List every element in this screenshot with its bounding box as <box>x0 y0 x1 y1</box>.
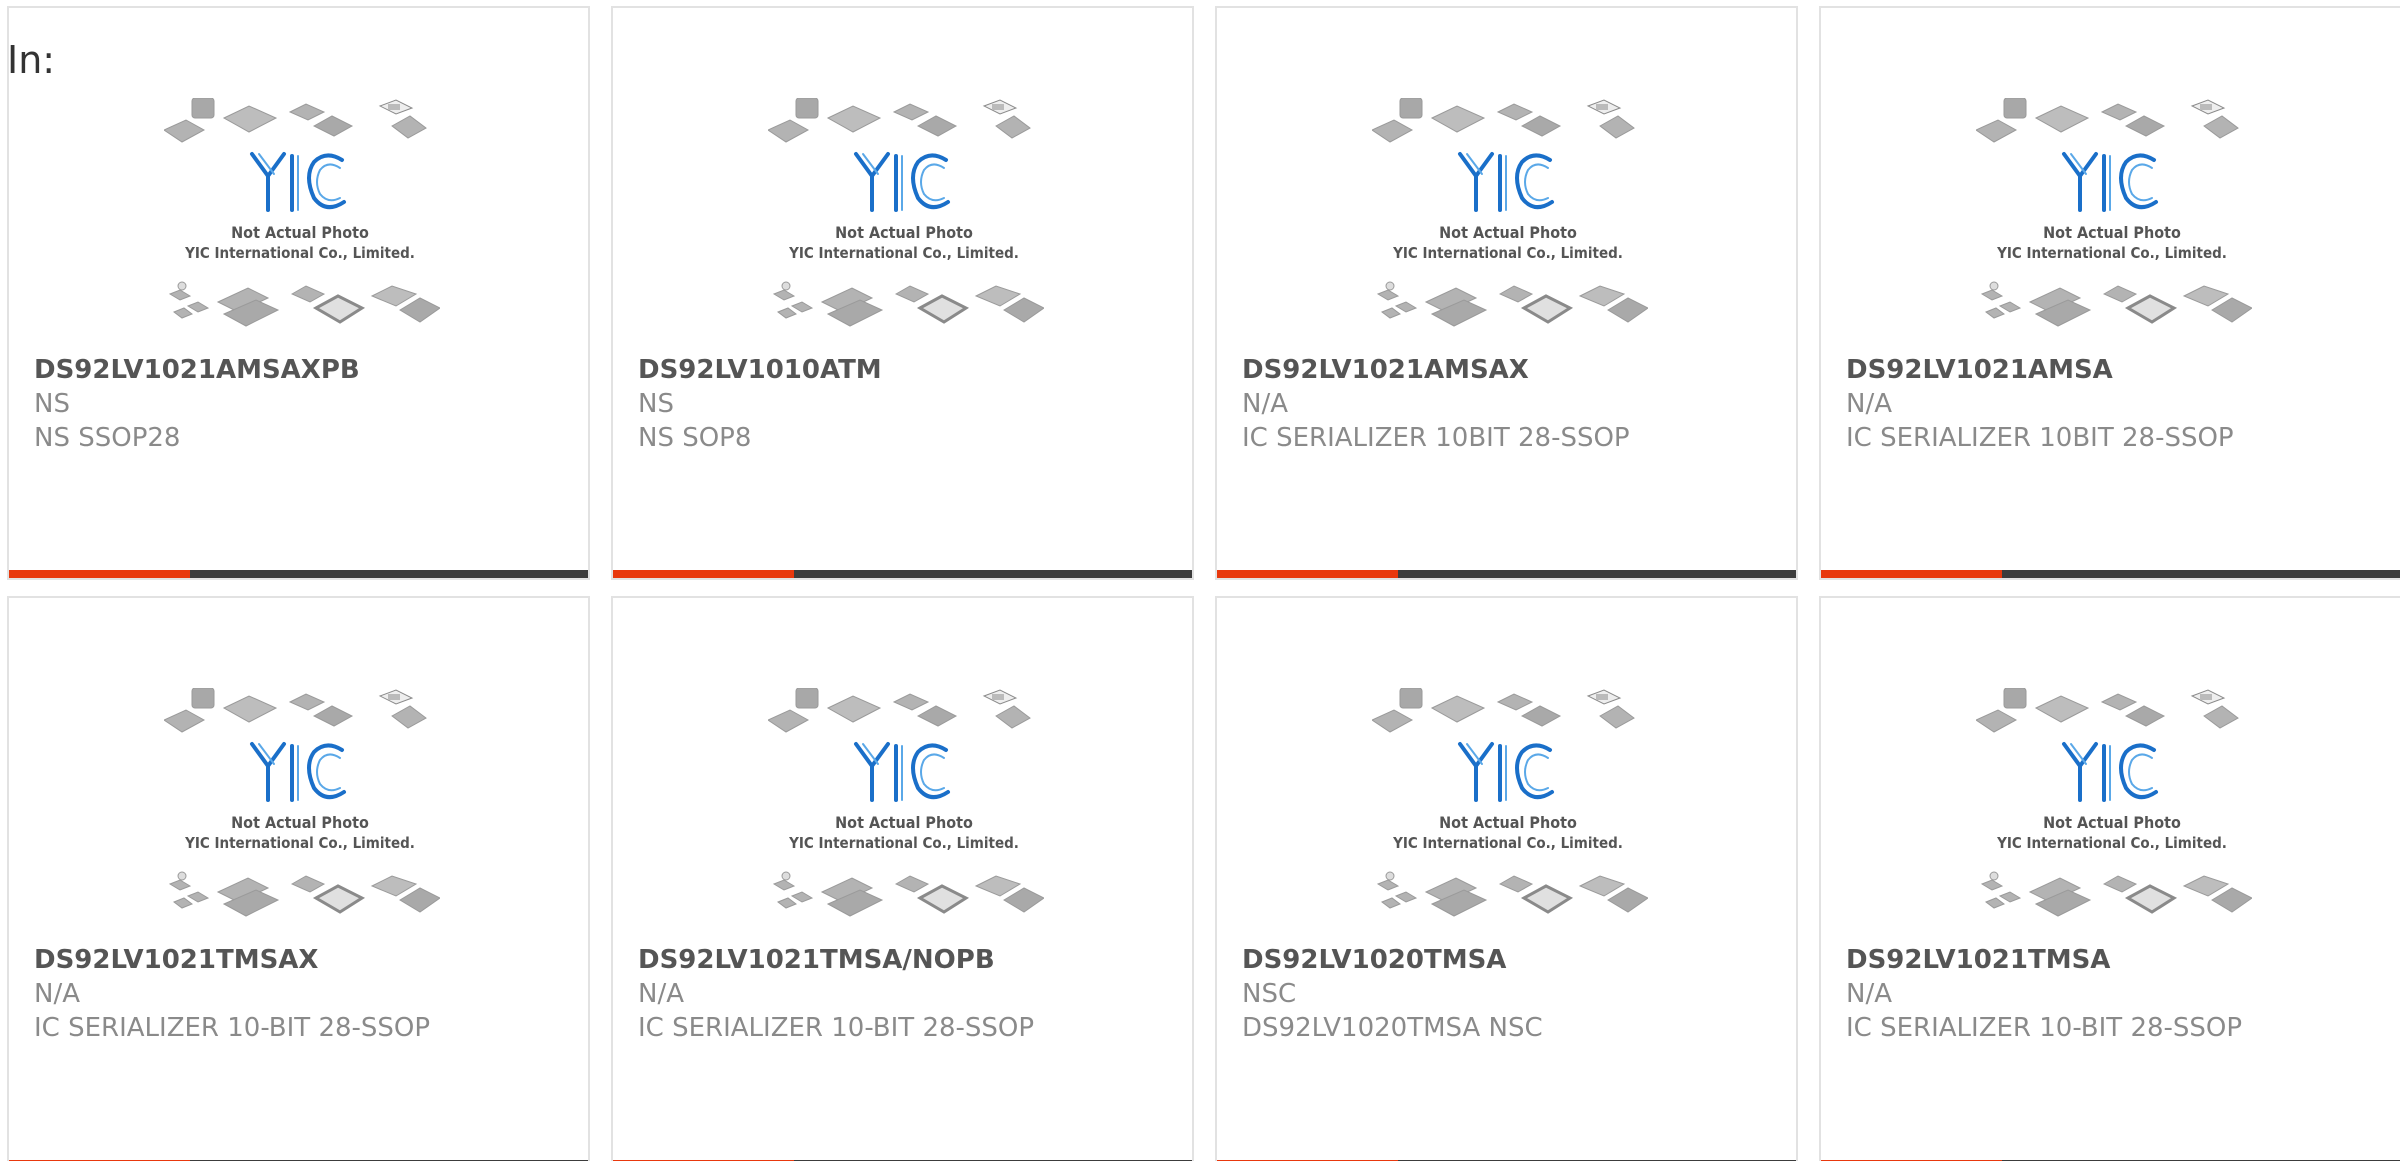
chip-packages-bottom <box>772 281 1044 327</box>
yic-logo <box>250 152 346 212</box>
product-card[interactable]: Not Actual Photo YIC International Co., … <box>1819 596 2400 1161</box>
chip-packages-top <box>1372 688 1635 733</box>
card-bar-accent <box>1217 570 1398 578</box>
photo-caption-line1: Not Actual Photo <box>1439 813 1577 832</box>
product-card[interactable]: Not Actual Photo YIC International Co., … <box>1215 596 1798 1161</box>
yic-logo <box>2062 742 2158 802</box>
product-name[interactable]: DS92LV1021AMSAX <box>1242 353 1786 387</box>
product-card[interactable]: Not Actual Photo YIC International Co., … <box>611 6 1194 580</box>
chip-packages-top <box>1976 98 2239 143</box>
product-manufacturer: N/A <box>1846 979 1892 1009</box>
product-manufacturer: NS <box>34 389 70 419</box>
product-card[interactable]: Not Actual Photo YIC International Co., … <box>7 6 590 580</box>
product-placeholder-image: Not Actual Photo YIC International Co., … <box>164 688 440 917</box>
yic-logo <box>1458 152 1554 212</box>
product-info: DS92LV1021TMSA N/A IC SERIALIZER 10-BIT … <box>1846 943 2390 1045</box>
product-name[interactable]: DS92LV1020TMSA <box>1242 943 1786 977</box>
product-card[interactable]: Not Actual Photo YIC International Co., … <box>7 596 590 1161</box>
product-info: DS92LV1021AMSAXPB NS NS SSOP28 <box>34 353 578 455</box>
photo-caption-line2: YIC International Co., Limited. <box>1392 244 1623 262</box>
photo-caption-line1: Not Actual Photo <box>2043 223 2181 242</box>
product-manufacturer: NSC <box>1242 979 1297 1009</box>
photo-caption-line1: Not Actual Photo <box>231 223 369 242</box>
chip-packages-bottom <box>168 281 440 327</box>
product-manufacturer: N/A <box>638 979 684 1009</box>
photo-caption-line2: YIC International Co., Limited. <box>1996 834 2227 852</box>
product-placeholder-image: Not Actual Photo YIC International Co., … <box>164 98 440 327</box>
in-label: In: <box>7 38 56 82</box>
card-bar-accent <box>613 570 794 578</box>
card-bar-accent <box>9 570 190 578</box>
product-info: DS92LV1021TMSAX N/A IC SERIALIZER 10-BIT… <box>34 943 578 1045</box>
chip-packages-top <box>1372 98 1635 143</box>
product-description: IC SERIALIZER 10-BIT 28-SSOP <box>1846 1013 2243 1043</box>
photo-caption-line1: Not Actual Photo <box>1439 223 1577 242</box>
product-description: IC SERIALIZER 10BIT 28-SSOP <box>1846 423 2234 453</box>
yic-logo <box>250 742 346 802</box>
product-name[interactable]: DS92LV1021TMSA <box>1846 943 2390 977</box>
chip-packages-bottom <box>1980 281 2252 327</box>
yic-logo <box>854 152 950 212</box>
chip-packages-top <box>768 688 1031 733</box>
product-description: IC SERIALIZER 10BIT 28-SSOP <box>1242 423 1630 453</box>
product-manufacturer: N/A <box>34 979 80 1009</box>
yic-logo <box>2062 152 2158 212</box>
yic-logo <box>854 742 950 802</box>
product-grid-page: In: Not Actual Photo YIC International C… <box>0 0 2400 1161</box>
photo-caption-line2: YIC International Co., Limited. <box>788 244 1019 262</box>
chip-packages-bottom <box>772 871 1044 917</box>
product-info: DS92LV1021TMSA/NOPB N/A IC SERIALIZER 10… <box>638 943 1182 1045</box>
card-bar-accent <box>1821 570 2002 578</box>
product-placeholder-image: Not Actual Photo YIC International Co., … <box>1976 98 2252 327</box>
yic-logo <box>1458 742 1554 802</box>
photo-caption-line2: YIC International Co., Limited. <box>788 834 1019 852</box>
product-name[interactable]: DS92LV1021AMSAXPB <box>34 353 578 387</box>
photo-caption-line2: YIC International Co., Limited. <box>1996 244 2227 262</box>
photo-caption-line2: YIC International Co., Limited. <box>184 834 415 852</box>
chip-packages-bottom <box>168 871 440 917</box>
product-placeholder-image: Not Actual Photo YIC International Co., … <box>1976 688 2252 917</box>
product-info: DS92LV1021AMSAX N/A IC SERIALIZER 10BIT … <box>1242 353 1786 455</box>
product-description: NS SOP8 <box>638 423 752 453</box>
product-manufacturer: N/A <box>1242 389 1288 419</box>
photo-caption-line1: Not Actual Photo <box>2043 813 2181 832</box>
chip-packages-top <box>164 688 427 733</box>
product-info: DS92LV1020TMSA NSC DS92LV1020TMSA NSC <box>1242 943 1786 1045</box>
chip-packages-top <box>1976 688 2239 733</box>
product-description: DS92LV1020TMSA NSC <box>1242 1013 1543 1043</box>
product-placeholder-image: Not Actual Photo YIC International Co., … <box>768 98 1044 327</box>
photo-caption-line2: YIC International Co., Limited. <box>184 244 415 262</box>
product-name[interactable]: DS92LV1010ATM <box>638 353 1182 387</box>
product-placeholder-image: Not Actual Photo YIC International Co., … <box>1372 688 1648 917</box>
product-card[interactable]: Not Actual Photo YIC International Co., … <box>1819 6 2400 580</box>
product-card[interactable]: Not Actual Photo YIC International Co., … <box>611 596 1194 1161</box>
chip-packages-bottom <box>1376 281 1648 327</box>
product-name[interactable]: DS92LV1021TMSA/NOPB <box>638 943 1182 977</box>
product-placeholder-image: Not Actual Photo YIC International Co., … <box>1372 98 1648 327</box>
product-info: DS92LV1021AMSA N/A IC SERIALIZER 10BIT 2… <box>1846 353 2390 455</box>
photo-caption-line1: Not Actual Photo <box>231 813 369 832</box>
product-card[interactable]: Not Actual Photo YIC International Co., … <box>1215 6 1798 580</box>
product-name[interactable]: DS92LV1021TMSAX <box>34 943 578 977</box>
photo-caption-line1: Not Actual Photo <box>835 813 973 832</box>
product-manufacturer: N/A <box>1846 389 1892 419</box>
chip-packages-bottom <box>1376 871 1648 917</box>
product-name[interactable]: DS92LV1021AMSA <box>1846 353 2390 387</box>
product-info: DS92LV1010ATM NS NS SOP8 <box>638 353 1182 455</box>
photo-caption-line2: YIC International Co., Limited. <box>1392 834 1623 852</box>
chip-packages-top <box>768 98 1031 143</box>
product-manufacturer: NS <box>638 389 674 419</box>
card-bottom-bar <box>1217 570 1796 578</box>
card-bottom-bar <box>9 570 588 578</box>
product-description: IC SERIALIZER 10-BIT 28-SSOP <box>638 1013 1035 1043</box>
product-description: IC SERIALIZER 10-BIT 28-SSOP <box>34 1013 431 1043</box>
chip-packages-bottom <box>1980 871 2252 917</box>
card-bottom-bar <box>613 570 1192 578</box>
photo-caption-line1: Not Actual Photo <box>835 223 973 242</box>
product-placeholder-image: Not Actual Photo YIC International Co., … <box>768 688 1044 917</box>
chip-packages-top <box>164 98 427 143</box>
card-bottom-bar <box>1821 570 2400 578</box>
product-description: NS SSOP28 <box>34 423 181 453</box>
